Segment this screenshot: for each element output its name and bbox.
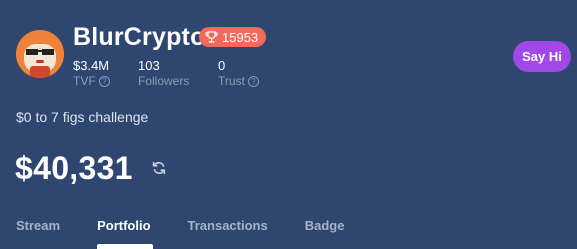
tab-transactions[interactable]: Transactions (188, 218, 268, 233)
stat-trust: 0 Trust ? (218, 58, 278, 88)
tab-portfolio[interactable]: Portfolio (97, 218, 150, 233)
profile-tabs: Stream Portfolio Transactions Badge (16, 218, 381, 233)
active-tab-indicator (97, 244, 153, 249)
tab-stream[interactable]: Stream (16, 218, 60, 233)
tvf-label-text: TVF (73, 74, 96, 88)
tvf-label: TVF ? (73, 74, 138, 88)
avatar[interactable] (16, 30, 64, 78)
portfolio-value: $40,331 (15, 150, 133, 186)
trust-label-text: Trust (218, 74, 245, 88)
trust-value: 0 (218, 58, 226, 73)
tab-badge[interactable]: Badge (305, 218, 345, 233)
help-icon[interactable]: ? (98, 75, 110, 87)
stat-followers[interactable]: 103 Followers (138, 58, 218, 88)
profile-bio: $0 to 7 figs challenge (16, 109, 149, 125)
score-badge: 15953 (199, 27, 267, 47)
trophy-icon (205, 30, 218, 43)
refresh-icon[interactable] (151, 160, 167, 176)
profile-stats: $3.4M TVF ? 103 Followers 0 Trust ? (73, 58, 278, 88)
help-icon[interactable]: ? (247, 75, 259, 87)
avatar-image (16, 30, 64, 78)
followers-value: 103 (138, 58, 160, 73)
trust-label: Trust ? (218, 74, 278, 88)
tvf-value: $3.4M (73, 58, 110, 73)
username: BlurCrypto (73, 23, 206, 51)
badge-value: 15953 (222, 29, 259, 45)
followers-label: Followers (138, 74, 190, 88)
stat-tvf: $3.4M TVF ? (73, 58, 138, 88)
say-hi-button[interactable]: Say Hi (513, 41, 571, 72)
